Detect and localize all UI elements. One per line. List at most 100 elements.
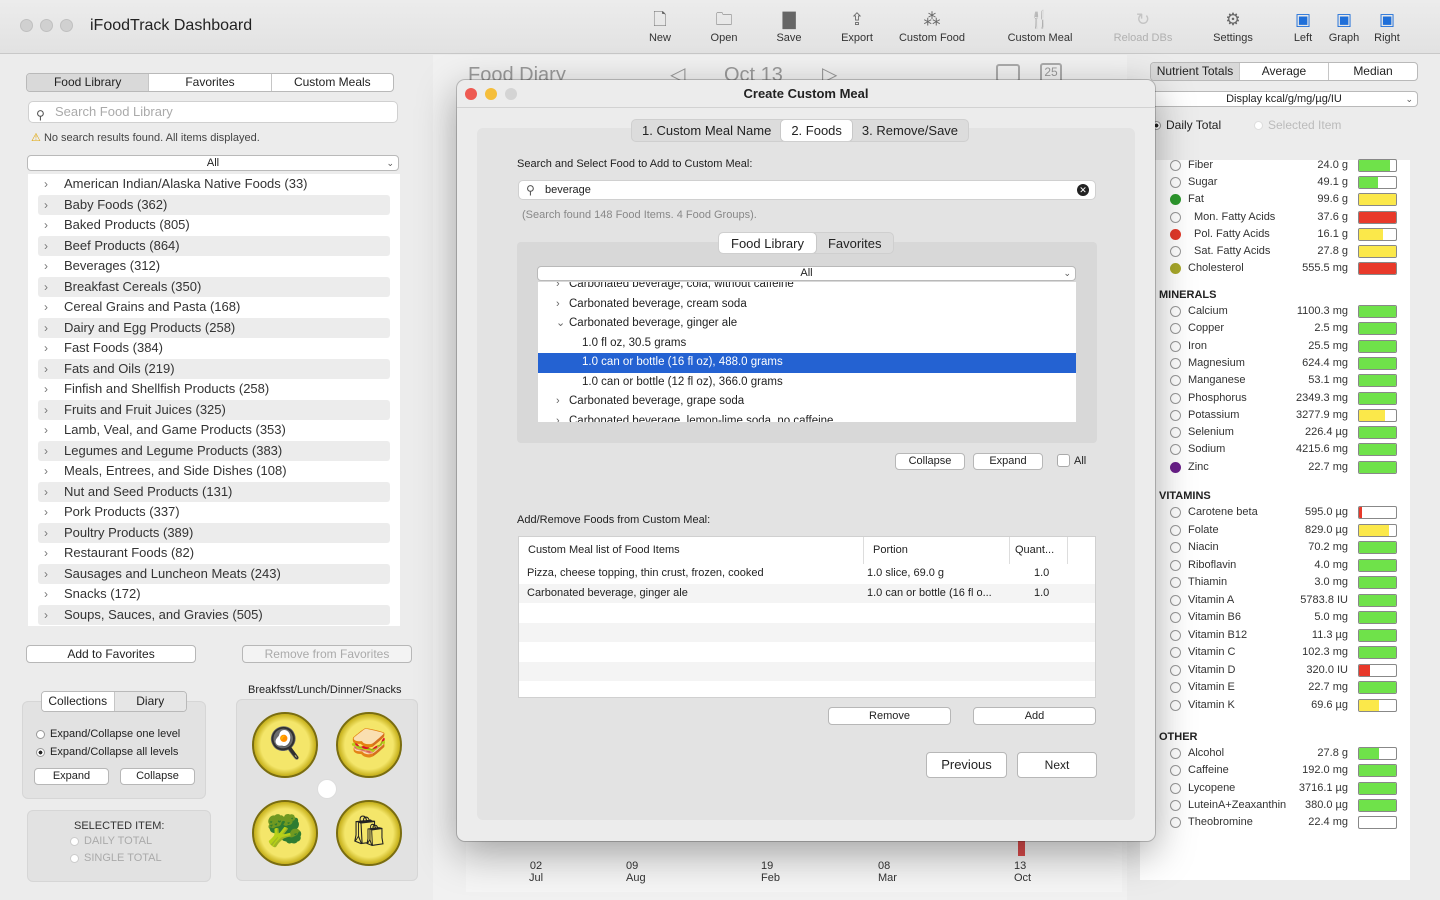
nutrient-row[interactable]: Vitamin E 22.7 mg [1170,680,1400,696]
nutrient-row[interactable]: Lycopene 3716.1 µg [1170,781,1400,797]
new-button[interactable]: 🗋 New [640,8,680,52]
nutrient-row[interactable]: Fiber 24.0 g [1170,158,1400,174]
dinner-plate-icon[interactable]: 🥦 [252,800,318,866]
category-item[interactable]: › Dairy and Egg Products (258) [38,317,390,338]
tab-diary[interactable]: Diary [113,692,186,711]
daily-total-radio[interactable]: Daily Total [1152,118,1221,132]
nutrient-radio-icon[interactable] [1170,629,1181,641]
tab-custom-meals[interactable]: Custom Meals [270,74,393,91]
tab-food-library[interactable]: Food Library [719,233,816,253]
nutrient-row[interactable]: Sugar 49.1 g [1170,175,1400,191]
nutrient-radio-icon[interactable] [1170,817,1181,829]
nutrient-row[interactable]: Zinc 22.7 mg [1170,460,1400,476]
nutrient-radio-icon[interactable] [1170,323,1181,335]
category-item[interactable]: › American Indian/Alaska Native Foods (33… [38,174,390,195]
tab-collections[interactable]: Collections [42,692,114,711]
add-button[interactable]: Add [973,707,1096,725]
nutrient-row[interactable]: Iron 25.5 mg [1170,339,1400,355]
nutrient-radio-icon[interactable] [1170,577,1181,588]
table-row[interactable]: Carbonated beverage, ginger ale 1.0 can o… [519,583,1095,603]
meal-center-button[interactable] [317,779,337,799]
nutrient-row[interactable]: Caffeine 192.0 mg [1170,763,1400,779]
nutrient-row[interactable]: Theobromine 22.4 mg [1170,815,1400,831]
food-row[interactable]: › Carbonated beverage, grape soda [538,392,1076,412]
collapse-button[interactable]: Collapse [120,768,195,785]
table-row[interactable]: Pizza, cheese topping, thin crust, froze… [519,564,1095,584]
close-window-button[interactable] [20,19,33,32]
nutrient-row[interactable]: Vitamin D 320.0 IU [1170,663,1400,679]
nutrient-row[interactable]: Fat 99.6 g [1170,192,1400,208]
settings-button[interactable]: ⚙ Settings [1206,8,1260,52]
nutrient-radio-icon[interactable] [1170,306,1181,317]
custom-food-button[interactable]: ⁂ Custom Food [894,8,970,52]
graph-panel-button[interactable]: ▣ Graph [1324,8,1364,52]
left-panel-button[interactable]: ▣ Left [1286,8,1320,52]
tab-nutrient-totals[interactable]: Nutrient Totals [1151,63,1239,80]
nutrient-row[interactable]: Vitamin K 69.6 µg [1170,698,1400,714]
single-total-radio[interactable]: SINGLE TOTAL [70,852,162,864]
right-panel-button[interactable]: ▣ Right [1370,8,1404,52]
column-header-food[interactable]: Custom Meal list of Food Items [519,537,864,564]
nutrient-row[interactable]: Pol. Fatty Acids 16.1 g [1170,227,1400,243]
reload-dbs-button[interactable]: ↻ Reload DBs [1108,8,1178,52]
nutrient-row[interactable]: Sat. Fatty Acids 27.8 g [1170,244,1400,260]
minimize-window-button[interactable] [40,19,53,32]
nutrient-row[interactable]: Cholesterol 555.5 mg [1170,261,1400,277]
nutrient-row[interactable]: Manganese 53.1 mg [1170,373,1400,389]
expand-button[interactable]: Expand [34,768,109,785]
step-custom-meal-name[interactable]: 1. Custom Meal Name [632,120,781,141]
tab-median[interactable]: Median [1328,63,1417,80]
remove-button[interactable]: Remove [828,707,951,725]
nutrient-radio-icon[interactable] [1170,340,1181,352]
next-button[interactable]: Next [1017,752,1097,778]
nutrient-radio-icon[interactable] [1170,392,1181,404]
category-item[interactable]: › Snacks (172) [38,584,390,605]
food-search-input[interactable]: ⚲ beverage ✕ [518,180,1096,200]
food-row[interactable]: › Carbonated beverage, cola, without caff… [538,282,1076,295]
add-to-favorites-button[interactable]: Add to Favorites [26,645,196,663]
clear-search-icon[interactable]: ✕ [1077,184,1089,196]
nutrient-row[interactable]: Potassium 3277.9 mg [1170,408,1400,424]
collapse-button[interactable]: Collapse [895,453,965,470]
nutrient-radio-icon[interactable] [1170,612,1181,623]
nutrient-radio-icon[interactable] [1170,542,1181,553]
category-item[interactable]: › Meals, Entrees, and Side Dishes (108) [38,461,390,482]
category-item[interactable]: › Sausages and Luncheon Meats (243) [38,563,390,584]
display-units-popup[interactable]: Display kcal/g/mg/µg/IU ⌄ [1150,91,1418,107]
nutrient-row[interactable]: Phosphorus 2349.3 mg [1170,391,1400,407]
nutrient-radio-icon[interactable] [1170,263,1181,275]
nutrient-radio-icon[interactable] [1170,211,1181,223]
category-item[interactable]: › Fruits and Fruit Juices (325) [38,399,390,420]
nutrient-row[interactable]: Vitamin A 5783.8 IU [1170,593,1400,609]
step-remove-save[interactable]: 3. Remove/Save [852,120,968,141]
food-group-filter-popup[interactable]: All ⌄ [27,155,399,171]
nutrient-radio-icon[interactable] [1170,194,1181,206]
expand-one-level-radio[interactable]: Expand/Collapse one level [36,728,180,740]
nutrient-row[interactable]: Copper 2.5 mg [1170,321,1400,337]
nutrient-row[interactable]: Mon. Fatty Acids 37.6 g [1170,210,1400,226]
nutrient-radio-icon[interactable] [1170,682,1181,693]
tab-favorites[interactable]: Favorites [148,74,270,91]
category-item[interactable]: › Nut and Seed Products (131) [38,481,390,502]
nutrient-radio-icon[interactable] [1170,444,1181,456]
category-item[interactable]: › Fast Foods (384) [38,338,390,359]
nutrient-row[interactable]: Riboflavin 4.0 mg [1170,558,1400,574]
category-item[interactable]: › Fats and Oils (219) [38,358,390,379]
food-library-search-input[interactable]: ⚲ Search Food Library [28,101,398,123]
nutrient-radio-icon[interactable] [1170,594,1181,606]
nutrient-row[interactable]: Thiamin 3.0 mg [1170,575,1400,591]
nutrient-row[interactable]: Calcium 1100.3 mg [1170,304,1400,320]
nutrient-row[interactable]: Vitamin B12 11.3 µg [1170,628,1400,644]
zoom-window-button[interactable] [60,19,73,32]
selected-item-radio[interactable]: Selected Item [1254,118,1341,132]
expand-all-levels-radio[interactable]: Expand/Collapse all levels [36,746,178,758]
custom-meal-button[interactable]: 🍴 Custom Meal [1000,8,1080,52]
nutrient-radio-icon[interactable] [1170,699,1181,711]
nutrient-row[interactable]: Alcohol 27.8 g [1170,746,1400,762]
nutrient-radio-icon[interactable] [1170,524,1181,536]
lunch-plate-icon[interactable]: 🥪 [336,712,402,778]
nutrient-radio-icon[interactable] [1170,228,1181,240]
nutrient-radio-icon[interactable] [1170,177,1181,189]
nutrient-row[interactable]: Folate 829.0 µg [1170,523,1400,539]
nutrient-radio-icon[interactable] [1170,427,1181,439]
